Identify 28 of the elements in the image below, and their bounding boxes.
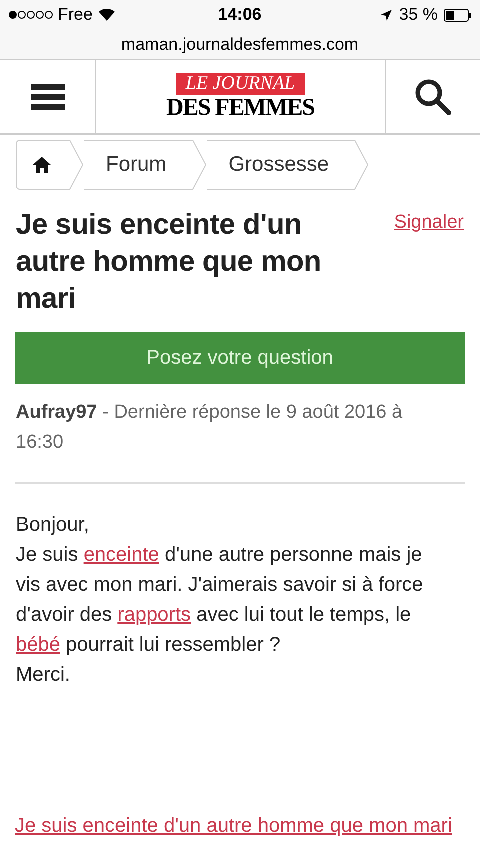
breadcrumb-link[interactable]: Grossesse: [206, 140, 352, 190]
post-meta: Aufray97 - Dernière réponse le 9 août 2016 à 16:30: [15, 401, 404, 455]
breadcrumb-link[interactable]: Forum: [84, 140, 189, 190]
menu-icon: [30, 82, 64, 110]
keyword-link[interactable]: rapports: [118, 604, 192, 626]
chevron-icon: [66, 140, 84, 190]
post-text: Bonjour,: [16, 513, 90, 538]
battery-percentage: 35 %: [399, 4, 438, 26]
battery-icon: [444, 8, 472, 22]
location-arrow-icon: [380, 8, 394, 22]
related-thread-link[interactable]: Je suis enceinte d'un autre homme que mon mari: [15, 812, 455, 840]
wifi-icon: [98, 8, 116, 22]
post-text: Merci.: [16, 663, 72, 688]
signal-icon: [8, 10, 53, 20]
logo-bottom-text: DES FEMMES: [166, 94, 314, 120]
post-title: Je suis enceinte d'un autre homme que mon mari: [16, 208, 322, 317]
chevron-icon: [188, 140, 207, 190]
chevron-icon: [351, 140, 370, 190]
report-link[interactable]: Signaler: [394, 209, 464, 318]
home-icon: [32, 157, 50, 173]
carrier-name: Free: [58, 4, 93, 26]
keyword-link[interactable]: bébé: [16, 634, 60, 656]
post-text: Je suis enceinte d'une autre personne mais je vis avec mon mari. J'aimerais savoir si à force d'avoir des rapports avec lui tout le temps, le bébé pourrait lui ressembler ?: [16, 543, 424, 658]
home-crumb[interactable]: [16, 140, 66, 190]
clock-time: 14:06: [217, 4, 263, 26]
logo-top-text: LE JOURNAL: [176, 72, 306, 94]
keyword-link[interactable]: enceinte: [84, 544, 160, 566]
ask-question-button[interactable]: Posez votre question: [15, 332, 465, 384]
